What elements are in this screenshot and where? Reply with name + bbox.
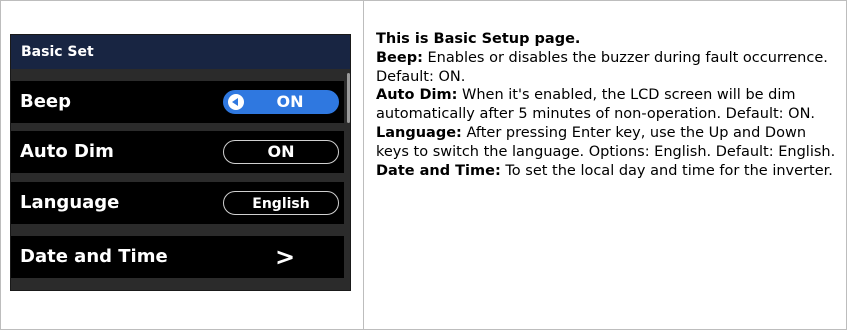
description-panel: This is Basic Setup page. Beep: Enables …: [376, 30, 836, 180]
screen-title: Basic Set: [21, 44, 94, 60]
description-intro: This is Basic Setup page.: [376, 31, 581, 47]
description-item: Date and Time: To set the local day and …: [376, 162, 836, 181]
date-time-label: Date and Time: [20, 246, 168, 267]
beep-label: Beep: [20, 91, 72, 112]
setting-row-date-time[interactable]: Date and Time >: [11, 236, 344, 278]
description-term: Language:: [376, 124, 462, 141]
setting-row-language[interactable]: Language English: [11, 182, 344, 224]
auto-dim-label: Auto Dim: [20, 141, 114, 162]
language-select[interactable]: English: [223, 191, 339, 215]
description-term: Auto Dim:: [376, 87, 458, 104]
description-item: Beep: Enables or disables the buzzer dur…: [376, 49, 836, 87]
scrollbar[interactable]: [347, 73, 350, 123]
screen-title-bar: Basic Set: [11, 35, 350, 69]
description-text: Enables or disables the buzzer during fa…: [376, 49, 828, 85]
description-term: Date and Time:: [376, 162, 501, 179]
language-label: Language: [20, 192, 120, 213]
beep-toggle[interactable]: ON: [223, 90, 339, 114]
auto-dim-value: ON: [267, 142, 295, 161]
language-value: English: [252, 196, 310, 212]
circle-left-arrow-icon: [228, 94, 244, 110]
beep-value: ON: [276, 92, 304, 111]
setting-row-auto-dim[interactable]: Auto Dim ON: [11, 131, 344, 173]
lcd-screen: Basic Set Beep ON Auto Dim ON Language E…: [10, 34, 351, 291]
column-divider: [363, 0, 364, 330]
description-term: Beep:: [376, 49, 423, 66]
setting-row-beep[interactable]: Beep ON: [11, 81, 344, 123]
auto-dim-toggle[interactable]: ON: [223, 140, 339, 164]
description-item: Language: After pressing Enter key, use …: [376, 124, 836, 162]
description-item: Auto Dim: When it's enabled, the LCD scr…: [376, 86, 836, 124]
description-text: To set the local day and time for the in…: [500, 162, 833, 179]
chevron-right-icon[interactable]: >: [275, 243, 295, 271]
